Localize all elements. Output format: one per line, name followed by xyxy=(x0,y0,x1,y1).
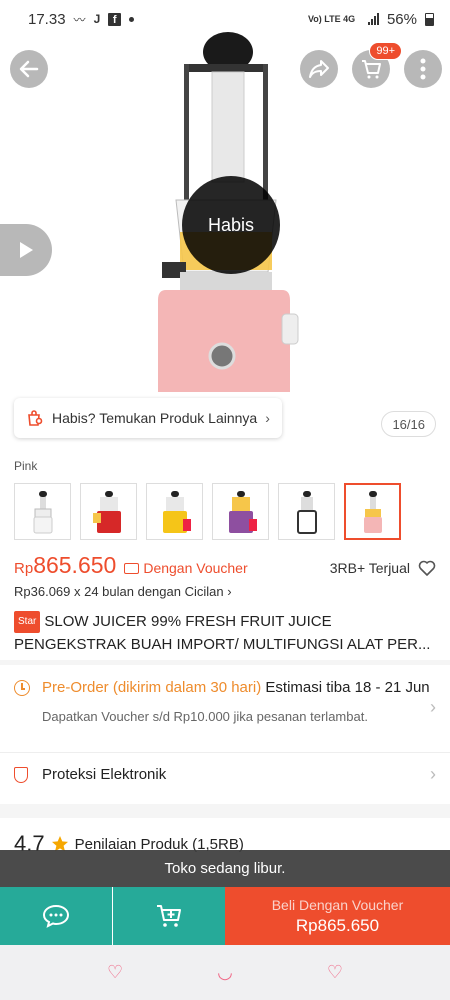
price-row: Rp 865.650 Dengan Voucher 3RB+ Terjual xyxy=(14,552,436,579)
find-other-products-label: Habis? Temukan Produk Lainnya xyxy=(52,410,258,426)
signal-icon xyxy=(367,13,379,25)
share-button[interactable] xyxy=(300,50,338,88)
play-icon xyxy=(20,242,33,258)
voucher-label: Dengan Voucher xyxy=(143,559,248,576)
toast-message: Toko sedang libur. xyxy=(0,850,450,887)
product-title-line1: SLOW JUICER 99% FRESH FRUIT JUICE xyxy=(44,613,332,630)
installment-label: Rp36.069 x 24 bulan dengan Cicilan xyxy=(14,584,224,599)
chevron-right-icon: › xyxy=(430,764,436,784)
bottom-action-bar: Beli Dengan Voucher Rp865.650 xyxy=(0,887,450,945)
nav-back-heart-icon[interactable]: ♡ xyxy=(107,962,123,983)
image-counter: 16/16 xyxy=(381,411,436,437)
nav-recent-heart-icon[interactable]: ♡ xyxy=(327,962,343,983)
voucher-tag[interactable]: Dengan Voucher xyxy=(124,559,248,576)
find-other-products-button[interactable]: Habis? Temukan Produk Lainnya › xyxy=(14,398,282,438)
share-icon xyxy=(309,60,329,78)
product-title-line2: PENGEKSTRAK BUAH IMPORT/ MULTIFUNGSI ALA… xyxy=(14,636,431,653)
more-vertical-icon xyxy=(420,58,426,80)
juicer-thumb-purple xyxy=(228,490,257,533)
notification-icon: 〰 xyxy=(73,12,86,27)
variant-label: Pink xyxy=(14,459,38,473)
variant-thumb-black-white[interactable] xyxy=(278,483,335,540)
juicer-thumb-red xyxy=(92,490,121,533)
heart-outline-icon[interactable] xyxy=(418,560,436,576)
system-nav-bar: ♡ ◡ ♡ xyxy=(0,945,450,1000)
status-time: 17.33 xyxy=(28,10,66,28)
add-to-cart-icon xyxy=(157,905,181,927)
shield-icon xyxy=(14,767,28,783)
variant-thumb-yellow[interactable] xyxy=(146,483,203,540)
buy-price: Rp865.650 xyxy=(295,915,380,935)
cart-button[interactable]: 99+ xyxy=(352,42,402,88)
sold-out-overlay: Habis xyxy=(182,176,280,274)
juicer-thumb-black-white xyxy=(296,490,317,534)
protection-row[interactable]: Proteksi Elektronik › xyxy=(14,764,436,784)
buy-with-voucher-button[interactable]: Beli Dengan Voucher Rp865.650 xyxy=(225,887,450,945)
preorder-section[interactable]: Pre-Order (dikirim dalam 30 hari) Estima… xyxy=(14,677,436,724)
preorder-note: Dapatkan Voucher s/d Rp10.000 jika pesan… xyxy=(42,709,368,724)
clock-icon xyxy=(14,680,30,696)
add-to-cart-button[interactable] xyxy=(113,887,225,945)
sold-label: 3RB+ Terjual xyxy=(329,560,410,576)
shopping-bag-search-icon xyxy=(28,410,43,426)
variant-thumb-pink[interactable] xyxy=(344,483,401,540)
installment-link[interactable]: Rp36.069 x 24 bulan dengan Cicilan › xyxy=(14,584,232,599)
cart-icon xyxy=(362,60,381,79)
juicer-thumb-white xyxy=(33,490,52,533)
network-label: Vo) LTE 4G xyxy=(307,13,356,24)
battery-percent: 56% xyxy=(386,10,417,28)
preorder-text: Pre-Order (dikirim dalam 30 hari) Estima… xyxy=(14,677,436,699)
juicer-thumb-yellow xyxy=(162,490,191,533)
price-currency: Rp xyxy=(14,560,34,577)
buy-label: Beli Dengan Voucher xyxy=(271,896,404,913)
status-bar: 17.33 〰 J f Vo) LTE 4G 56% xyxy=(0,0,450,38)
product-page: 99+ Habis Habis? Temukan Produk Lainnya … xyxy=(0,0,450,1000)
price-value: 865.650 xyxy=(33,552,117,578)
divider xyxy=(0,752,450,753)
voucher-icon xyxy=(124,563,140,574)
section-gap xyxy=(0,660,450,665)
nav-home-icon[interactable]: ◡ xyxy=(217,962,233,983)
variant-thumb-purple[interactable] xyxy=(212,483,269,540)
preorder-highlight: Pre-Order (dikirim dalam 30 hari) xyxy=(42,679,262,696)
section-gap xyxy=(0,804,450,818)
arrow-left-icon xyxy=(19,60,39,78)
chat-button[interactable] xyxy=(0,887,112,945)
chat-icon xyxy=(42,904,70,928)
variant-thumbnails xyxy=(14,483,401,540)
more-options-button[interactable] xyxy=(404,50,442,88)
juicer-thumb-pink xyxy=(363,490,382,533)
chevron-right-icon: › xyxy=(265,410,270,426)
product-image[interactable]: 99+ Habis Habis? Temukan Produk Lainnya … xyxy=(0,0,450,450)
cart-count-badge: 99+ xyxy=(369,42,402,60)
more-notifications-dot-icon xyxy=(129,16,135,22)
facebook-icon: f xyxy=(108,12,122,26)
star-seller-badge: Star xyxy=(14,611,41,633)
sold-count: 3RB+ Terjual xyxy=(330,560,436,576)
notification-j-icon: J xyxy=(93,12,101,26)
variant-thumb-red[interactable] xyxy=(80,483,137,540)
chevron-right-icon: › xyxy=(227,584,232,599)
chevron-right-icon: › xyxy=(430,697,436,717)
protection-label: Proteksi Elektronik xyxy=(42,766,167,783)
product-title: Star SLOW JUICER 99% FRESH FRUIT JUICE PE… xyxy=(14,611,436,655)
back-button[interactable] xyxy=(10,50,48,88)
variant-thumb-white[interactable] xyxy=(14,483,71,540)
battery-icon xyxy=(425,12,434,26)
preorder-estimate: Estimasi tiba 18 - 21 Jun xyxy=(261,679,430,696)
video-play-button[interactable] xyxy=(0,224,52,276)
